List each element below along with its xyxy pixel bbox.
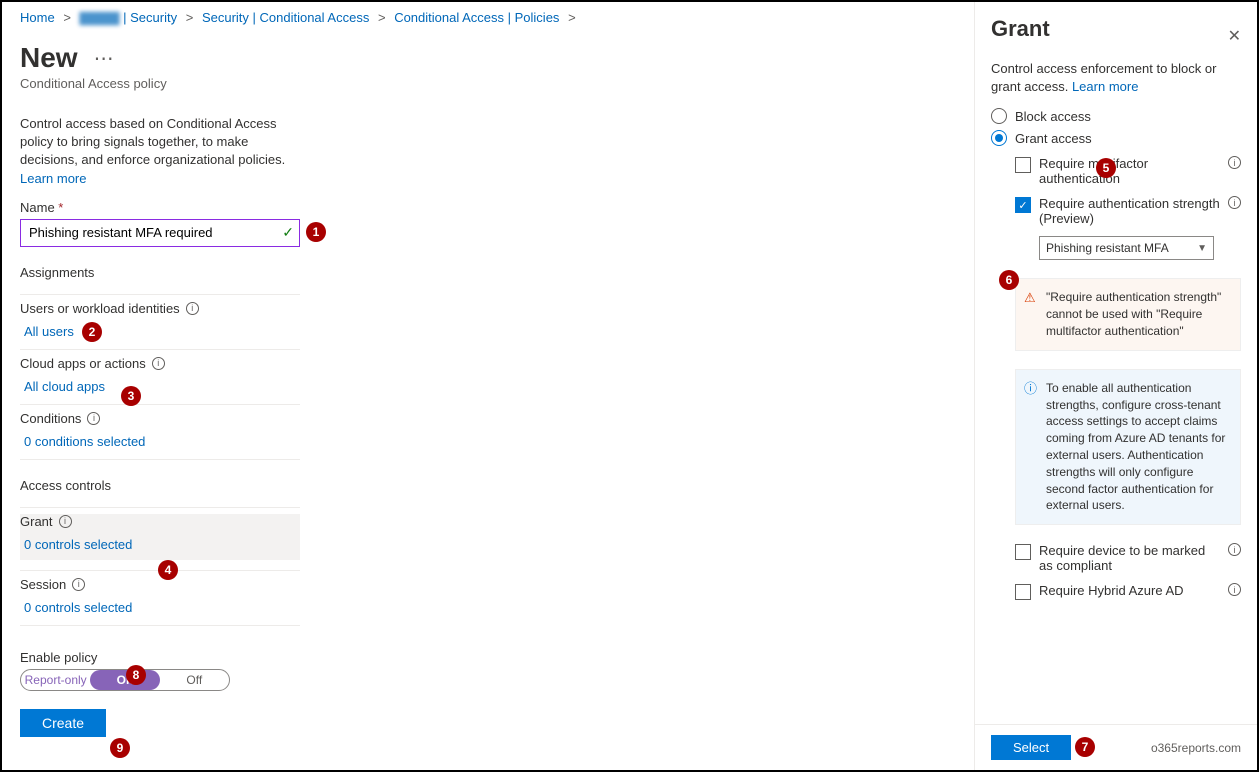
crumb-obscured[interactable]: ▇▇▇▇: [80, 10, 120, 25]
crumb-security-ca[interactable]: Security | Conditional Access: [202, 10, 369, 25]
toggle-off[interactable]: Off: [160, 670, 229, 690]
info-icon[interactable]: i: [1228, 196, 1241, 209]
crumb-security-suffix[interactable]: | Security: [120, 10, 178, 25]
users-label: Users or workload identities: [20, 301, 180, 316]
check-icon: ✓: [282, 224, 294, 241]
crumb-home[interactable]: Home: [20, 10, 55, 25]
policy-intro-text: Control access based on Conditional Acce…: [20, 116, 285, 167]
warning-text: "Require authentication strength" cannot…: [1046, 290, 1221, 338]
checkbox-icon: [1015, 584, 1031, 600]
access-controls-heading: Access controls: [20, 478, 300, 493]
checkbox-require-auth-strength[interactable]: ✓ Require authentication strength (Previ…: [1015, 196, 1241, 226]
brand-watermark: o365reports.com: [1151, 741, 1241, 755]
info-text: To enable all authentication strengths, …: [1046, 381, 1225, 513]
toggle-on[interactable]: On: [90, 670, 159, 690]
toggle-report-only[interactable]: Report-only: [21, 670, 90, 690]
info-icon[interactable]: i: [87, 412, 100, 425]
conditions-label: Conditions: [20, 411, 81, 426]
callout-3: 3: [121, 386, 141, 406]
radio-icon: [991, 108, 1007, 124]
panel-learn-more-link[interactable]: Learn more: [1072, 79, 1138, 94]
policy-intro: Control access based on Conditional Acce…: [20, 115, 300, 188]
grant-value-link[interactable]: 0 controls selected: [24, 537, 300, 552]
more-actions-button[interactable]: ⋯: [94, 46, 116, 71]
opt-compliant-label: Require device to be marked as compliant: [1039, 543, 1220, 573]
policy-name-input[interactable]: [20, 219, 300, 247]
callout-1: 1: [306, 222, 326, 242]
callout-2: 2: [82, 322, 102, 342]
callout-6: 6: [999, 270, 1019, 290]
panel-title: Grant: [991, 16, 1050, 42]
info-icon[interactable]: i: [1228, 583, 1241, 596]
session-label: Session: [20, 577, 66, 592]
callout-5: 5: [1096, 158, 1116, 178]
opt-hybrid-label: Require Hybrid Azure AD: [1039, 583, 1184, 598]
checkbox-icon: [1015, 544, 1031, 560]
panel-intro: Control access enforcement to block or g…: [991, 60, 1241, 96]
callout-7: 7: [1075, 737, 1095, 757]
info-icon[interactable]: i: [72, 578, 85, 591]
checkbox-require-compliant-device[interactable]: Require device to be marked as compliant…: [1015, 543, 1241, 573]
warning-icon: ⚠: [1024, 289, 1036, 307]
page-subtitle: Conditional Access policy: [20, 76, 956, 91]
apps-label: Cloud apps or actions: [20, 356, 146, 371]
info-icon[interactable]: i: [186, 302, 199, 315]
checkbox-require-hybrid-azure-ad[interactable]: Require Hybrid Azure AD i: [1015, 583, 1241, 600]
checkbox-icon: [1015, 157, 1031, 173]
create-button[interactable]: Create: [20, 709, 106, 737]
apps-value-link[interactable]: All cloud apps: [24, 379, 300, 394]
session-value-link[interactable]: 0 controls selected: [24, 600, 300, 615]
radio-block-label: Block access: [1015, 109, 1091, 124]
checkbox-icon-checked: ✓: [1015, 197, 1031, 213]
warning-alert: ⚠ "Require authentication strength" cann…: [1015, 278, 1241, 350]
enable-policy-toggle[interactable]: Report-only On Off: [20, 669, 230, 691]
info-icon[interactable]: i: [1228, 156, 1241, 169]
opt-mfa-label: Require multifactor authentication: [1039, 156, 1220, 186]
callout-8: 8: [126, 665, 146, 685]
auth-strength-dropdown[interactable]: Phishing resistant MFA ▼: [1039, 236, 1214, 260]
radio-icon-selected: [991, 130, 1007, 146]
page-title: New: [20, 42, 78, 74]
auth-strength-value: Phishing resistant MFA: [1046, 241, 1169, 255]
callout-4: 4: [158, 560, 178, 580]
select-button[interactable]: Select: [991, 735, 1071, 760]
info-alert-icon: ⓘ: [1024, 380, 1037, 398]
radio-grant-label: Grant access: [1015, 131, 1092, 146]
radio-grant-access[interactable]: Grant access: [991, 130, 1241, 146]
name-label: Name: [20, 200, 300, 215]
close-icon[interactable]: ✕: [1228, 26, 1241, 46]
chevron-down-icon: ▼: [1197, 243, 1207, 254]
users-value-link[interactable]: All users: [24, 324, 300, 339]
info-icon[interactable]: i: [152, 357, 165, 370]
enable-policy-label: Enable policy: [20, 650, 300, 665]
crumb-ca-policies[interactable]: Conditional Access | Policies: [394, 10, 559, 25]
opt-strength-label: Require authentication strength (Preview…: [1039, 196, 1220, 226]
conditions-value-link[interactable]: 0 conditions selected: [24, 434, 300, 449]
breadcrumb: Home > ▇▇▇▇ | Security > Security | Cond…: [20, 10, 956, 26]
learn-more-link[interactable]: Learn more: [20, 171, 86, 186]
info-alert: ⓘ To enable all authentication strengths…: [1015, 369, 1241, 525]
info-icon[interactable]: i: [59, 515, 72, 528]
radio-block-access[interactable]: Block access: [991, 108, 1241, 124]
info-icon[interactable]: i: [1228, 543, 1241, 556]
callout-9: 9: [110, 738, 130, 758]
assignments-heading: Assignments: [20, 265, 300, 280]
grant-label: Grant: [20, 514, 53, 529]
checkbox-require-mfa[interactable]: Require multifactor authentication i: [1015, 156, 1241, 186]
